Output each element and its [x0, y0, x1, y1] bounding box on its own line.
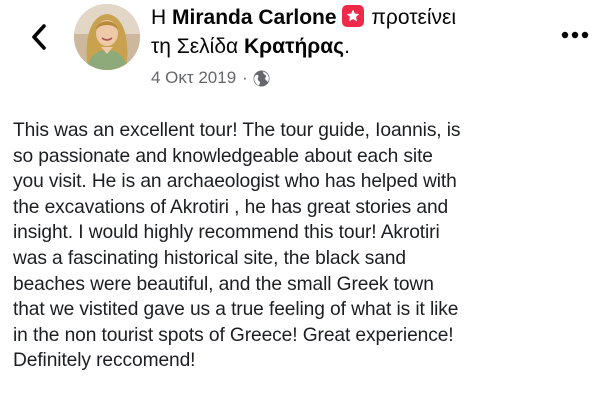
- chevron-left-icon: [32, 24, 46, 50]
- more-dots-icon: [561, 31, 589, 39]
- globe-icon: [253, 70, 270, 87]
- post-meta: Η Miranda Carlone προτείνει τη Σελίδα Κρ…: [151, 3, 541, 89]
- author-prefix: Η: [151, 6, 167, 29]
- star-badge-icon: [341, 5, 364, 27]
- back-button[interactable]: [22, 18, 56, 56]
- avatar-photo: [74, 4, 140, 70]
- post-header: Η Miranda Carlone προτείνει τη Σελίδα Κρ…: [0, 0, 616, 104]
- action-text: προτείνει: [371, 6, 457, 29]
- separator: ·: [242, 68, 248, 87]
- post-date[interactable]: 4 Οκτ 2019: [151, 67, 236, 89]
- post-timestamp-row: 4 Οκτ 2019 ·: [151, 67, 541, 89]
- post-headline: Η Miranda Carlone προτείνει: [151, 3, 541, 32]
- page-suffix: .: [344, 35, 350, 58]
- post-body: This was an excellent tour! The tour gui…: [13, 120, 461, 372]
- more-options-button[interactable]: [558, 28, 592, 42]
- page-name[interactable]: Κρατήρας: [244, 35, 344, 58]
- author-name[interactable]: Miranda Carlone: [172, 6, 337, 29]
- target-prefix: τη Σελίδα: [151, 35, 239, 58]
- avatar[interactable]: [74, 4, 140, 70]
- post-target: τη Σελίδα Κρατήρας.: [151, 32, 541, 61]
